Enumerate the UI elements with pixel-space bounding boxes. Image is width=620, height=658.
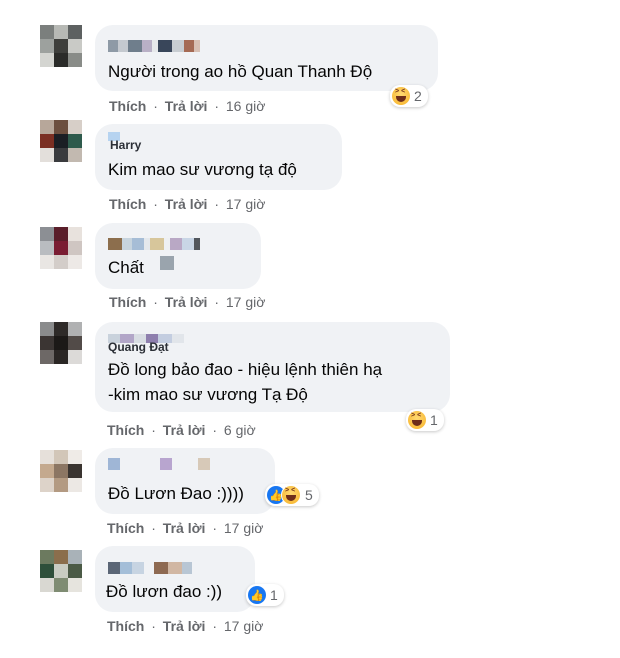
comment-actions: Thích · Trả lời · 16 giờ: [109, 98, 265, 114]
avatar[interactable]: [40, 227, 82, 269]
reply-link[interactable]: Trả lời: [163, 520, 206, 536]
comment-actions: Thích · Trả lời · 17 giờ: [109, 294, 265, 310]
like-link[interactable]: Thích: [109, 294, 146, 310]
reply-link[interactable]: Trả lời: [165, 98, 208, 114]
like-link[interactable]: Thích: [109, 196, 146, 212]
reaction-summary[interactable]: 1: [406, 409, 444, 431]
reaction-count: 1: [430, 412, 438, 428]
separator: ·: [153, 196, 158, 212]
reaction-count: 2: [414, 88, 422, 104]
comment-text: Người trong ao hồ Quan Thanh Độ: [108, 62, 373, 81]
avatar[interactable]: [40, 25, 82, 67]
reaction-count: 1: [270, 587, 278, 603]
separator: ·: [153, 98, 158, 114]
commenter-name[interactable]: Harry: [110, 138, 141, 152]
avatar[interactable]: [40, 450, 82, 492]
timestamp[interactable]: 17 giờ: [226, 294, 266, 310]
separator: ·: [151, 422, 156, 438]
reaction-summary[interactable]: 👍 1: [246, 584, 284, 606]
separator: ·: [214, 196, 219, 212]
separator: ·: [153, 294, 158, 310]
avatar[interactable]: [40, 550, 82, 592]
separator: ·: [212, 422, 217, 438]
comment-actions: Thích · Trả lời · 17 giờ: [107, 520, 263, 536]
separator: ·: [212, 618, 217, 634]
separator: ·: [212, 520, 217, 536]
reply-link[interactable]: Trả lời: [165, 196, 208, 212]
emoji-blurred: [160, 256, 174, 270]
separator: ·: [151, 520, 156, 536]
comment-text: Đồ lươn đao :)): [106, 582, 223, 601]
timestamp[interactable]: 17 giờ: [224, 520, 264, 536]
comment-bubble: [95, 223, 261, 289]
reaction-summary[interactable]: 👍 5: [265, 484, 319, 506]
reaction-summary[interactable]: 2: [390, 85, 428, 107]
comment-text: Đồ Lươn Đao :)))): [108, 484, 244, 503]
like-reaction-icon: 👍: [248, 586, 266, 604]
haha-reaction-icon: [392, 87, 410, 105]
haha-reaction-icon: [281, 485, 301, 505]
separator: ·: [214, 294, 219, 310]
separator: ·: [214, 98, 219, 114]
reply-link[interactable]: Trả lời: [163, 618, 206, 634]
timestamp[interactable]: 17 giờ: [226, 196, 266, 212]
comment-text: Đồ long bảo đao - hiệu lệnh thiên hạ: [108, 360, 383, 379]
separator: ·: [151, 618, 156, 634]
like-link[interactable]: Thích: [107, 520, 144, 536]
like-link[interactable]: Thích: [107, 618, 144, 634]
commenter-name-blurred[interactable]: [108, 562, 192, 574]
like-link[interactable]: Thích: [109, 98, 146, 114]
haha-reaction-icon: [408, 411, 426, 429]
reaction-count: 5: [305, 487, 313, 503]
like-link[interactable]: Thích: [107, 422, 144, 438]
reply-link[interactable]: Trả lời: [163, 422, 206, 438]
comment-text: Chất: [108, 258, 144, 277]
commenter-name[interactable]: Quang Đạt: [108, 340, 169, 354]
reply-link[interactable]: Trả lời: [165, 294, 208, 310]
comment-actions: Thích · Trả lời · 6 giờ: [107, 422, 256, 438]
comment-text-line-2: -kim mao sư vương Tạ Độ: [108, 385, 308, 404]
comment-text: Kim mao sư vương tạ độ: [108, 160, 297, 179]
commenter-name-blurred[interactable]: [108, 40, 200, 52]
comment-actions: Thích · Trả lời · 17 giờ: [109, 196, 265, 212]
avatar[interactable]: [40, 120, 82, 162]
comment-bubble: [95, 546, 255, 612]
comment-bubble: [95, 124, 342, 190]
commenter-name-blurred[interactable]: [108, 238, 200, 250]
avatar[interactable]: [40, 322, 82, 364]
commenter-name-blurred[interactable]: [108, 458, 210, 470]
timestamp[interactable]: 6 giờ: [224, 422, 256, 438]
comment-actions: Thích · Trả lời · 17 giờ: [107, 618, 263, 634]
timestamp[interactable]: 17 giờ: [224, 618, 264, 634]
timestamp[interactable]: 16 giờ: [226, 98, 266, 114]
